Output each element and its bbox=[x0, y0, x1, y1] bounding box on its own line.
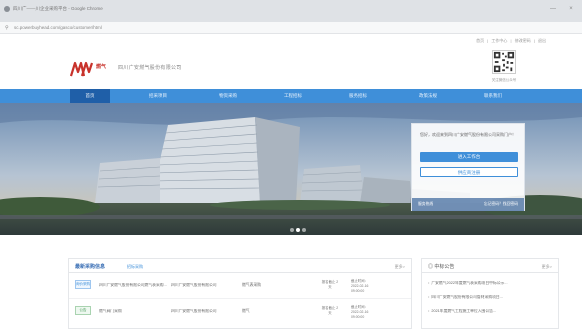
toplink-change-password[interactable]: 修改密码 bbox=[515, 38, 531, 43]
procurement-deadline: 截止时间： 2022-02-16 09:00:00 bbox=[351, 305, 381, 320]
login-footer: 服务热线 忘记密码？找回密码 bbox=[412, 198, 524, 211]
news-more-link[interactable]: 更多> bbox=[542, 264, 552, 270]
slider-dot-active[interactable] bbox=[296, 228, 300, 232]
main-nav: 首页 招采项目 物资采购 工程招标 服务招标 政策法规 联系我们 bbox=[0, 89, 582, 103]
news-title-text: 中标公告 bbox=[434, 264, 455, 270]
nav-item-home[interactable]: 首页 bbox=[70, 89, 110, 103]
deadline-value: 2022-02-16 09:00:00 bbox=[351, 310, 369, 319]
procurement-status: 报名截止 2天 bbox=[321, 280, 339, 289]
procurement-category: 燃气 bbox=[242, 309, 250, 313]
procurement-panel-header: 最新采购信息 招标采购 更多> bbox=[69, 259, 411, 273]
toplink-workspace[interactable]: 工作中心 bbox=[491, 38, 507, 43]
deadline-value: 2022-02-16 09:00:00 bbox=[351, 284, 369, 293]
procurement-org: 四川广安燃气股份有限公司 bbox=[171, 309, 217, 313]
window-title: 四川广——川企业采购平台 - Google Chrome bbox=[13, 6, 103, 11]
procurement-org: 四川广安燃气股份有限公司 bbox=[171, 283, 217, 287]
table-row[interactable]: 询价采购 四川广安燃气股份有限公司燃气表采购... 四川广安燃气股份有限公司 燃… bbox=[69, 275, 411, 299]
company-logo-icon bbox=[70, 61, 94, 77]
login-greeting: 您好，欢迎来到四川广安燃气股份有限公司采购门户！ bbox=[420, 132, 516, 137]
procurement-status: 报名截止 2天 bbox=[321, 306, 339, 315]
close-button[interactable]: × bbox=[566, 5, 576, 13]
list-item[interactable]: 广安燃气2022年度燃气表采购项目中标公示... bbox=[428, 281, 570, 286]
procurement-category: 燃气表采购 bbox=[242, 283, 261, 287]
deadline-label: 截止时间： bbox=[351, 279, 368, 283]
forgot-password-link[interactable]: 忘记密码？找回密码 bbox=[484, 202, 518, 207]
login-panel: 您好，欢迎来到四川广安燃气股份有限公司采购门户！ 进入工作台 供应商注册 服务热… bbox=[411, 123, 525, 211]
minimize-button[interactable]: — bbox=[548, 5, 558, 13]
procurement-title: 最新采购信息 bbox=[75, 264, 106, 270]
tab-bidding[interactable]: 招标采购 bbox=[127, 264, 143, 270]
logo-short-name: 燃气 bbox=[96, 64, 107, 70]
nav-item-engineering[interactable]: 工程招标 bbox=[268, 89, 318, 103]
table-row[interactable]: 公告 燃气阀门采购 四川广安燃气股份有限公司 燃气 报名截止 2天 截止时间： … bbox=[69, 301, 411, 325]
slider-dot[interactable] bbox=[290, 228, 294, 232]
nav-item-contact[interactable]: 联系我们 bbox=[468, 89, 518, 103]
address-bar[interactable]: ⚲ sc.powerbuyhead.com/gasco/customer/htm… bbox=[0, 22, 582, 34]
procurement-type-badge: 询价采购 bbox=[75, 280, 91, 289]
procurement-item-title[interactable]: 四川广安燃气股份有限公司燃气表采购... bbox=[99, 283, 167, 288]
slider-dot[interactable] bbox=[302, 228, 306, 232]
procurement-type-badge: 公告 bbox=[75, 306, 91, 315]
procurement-item-title[interactable]: 燃气阀门采购 bbox=[99, 309, 167, 314]
nav-item-services[interactable]: 服务招标 bbox=[333, 89, 383, 103]
toplink-logout[interactable]: 退出 bbox=[538, 38, 546, 43]
procurement-panel: 最新采购信息 招标采购 更多> 询价采购 四川广安燃气股份有限公司燃气表采购..… bbox=[68, 258, 412, 329]
nav-item-policies[interactable]: 政策法规 bbox=[403, 89, 453, 103]
procurement-more-link[interactable]: 更多> bbox=[395, 264, 405, 270]
toplink-home[interactable]: 首页 bbox=[476, 38, 484, 43]
toplink-separator: | bbox=[533, 38, 535, 43]
browser-title-bar: 四川广——川企业采购平台 - Google Chrome — × bbox=[0, 0, 582, 22]
browser-favicon-icon bbox=[4, 6, 10, 12]
list-item[interactable]: 四川广安燃气股份有限公司管材采购项目... bbox=[428, 295, 570, 300]
toplink-separator: | bbox=[510, 38, 512, 43]
service-hotline-link[interactable]: 服务热线 bbox=[418, 202, 433, 207]
procurement-deadline: 截止时间： 2022-02-16 09:00:00 bbox=[351, 279, 381, 294]
deadline-label: 截止时间： bbox=[351, 305, 368, 309]
search-icon: ⚲ bbox=[5, 25, 9, 31]
list-item[interactable]: 2021年度燃气工程施工单位入围公告... bbox=[428, 309, 570, 314]
top-links: 首页 | 工作中心 | 修改密码 | 退出 bbox=[474, 38, 546, 44]
toplink-separator: | bbox=[487, 38, 489, 43]
nav-item-projects[interactable]: 招采项目 bbox=[133, 89, 183, 103]
nav-item-materials[interactable]: 物资采购 bbox=[203, 89, 253, 103]
qr-caption: 关注微信公众号 bbox=[491, 78, 517, 82]
register-button[interactable]: 供应商注册 bbox=[420, 167, 518, 177]
url-text[interactable]: sc.powerbuyhead.com/gasco/customer/html bbox=[14, 25, 102, 30]
login-button[interactable]: 进入工作台 bbox=[420, 152, 518, 162]
company-name: 四川广安燃气股份有限公司 bbox=[118, 65, 182, 71]
news-panel-header: ◎ 中标公告 更多> bbox=[422, 259, 558, 273]
qr-code-icon bbox=[492, 50, 516, 74]
news-title: ◎ 中标公告 bbox=[428, 263, 454, 270]
news-panel: ◎ 中标公告 更多> 广安燃气2022年度燃气表采购项目中标公示... 四川广安… bbox=[421, 258, 559, 329]
